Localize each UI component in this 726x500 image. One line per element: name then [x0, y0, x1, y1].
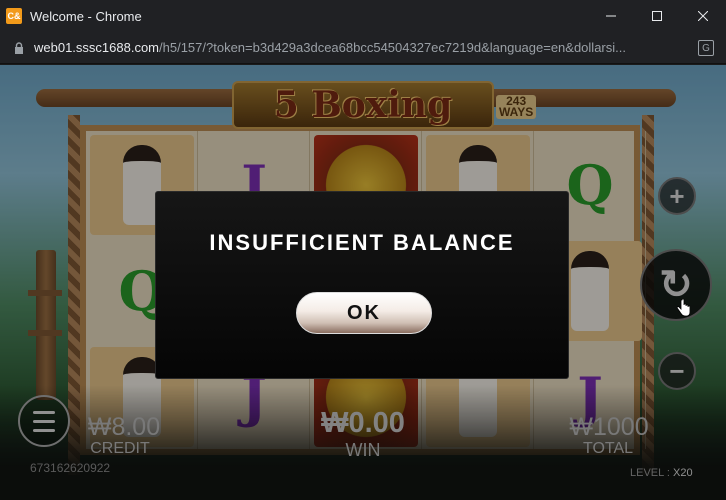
hand-cursor-icon: [676, 299, 690, 317]
url-path: /h5/157/?token=b3d429a3dcea68bcc54504327…: [159, 40, 626, 55]
url-field[interactable]: web01.sssc1688.com/h5/157/?token=b3d429a…: [34, 40, 680, 55]
address-bar: web01.sssc1688.com/h5/157/?token=b3d429a…: [0, 32, 726, 64]
maximize-button[interactable]: [634, 0, 680, 32]
minimize-button[interactable]: [588, 0, 634, 32]
ok-button[interactable]: OK: [296, 292, 432, 334]
minimize-icon: [606, 15, 616, 17]
ok-button-label: OK: [347, 301, 381, 324]
close-icon: [698, 11, 708, 21]
title-bar: C& Welcome - Chrome: [0, 0, 726, 32]
browser-window: C& Welcome - Chrome web01.sssc1688.com/h…: [0, 0, 726, 500]
close-button[interactable]: [680, 0, 726, 32]
window-controls: [588, 0, 726, 32]
app-icon: C&: [6, 8, 22, 24]
url-host: web01.sssc1688.com: [34, 40, 160, 55]
dialog-message: INSUFFICIENT BALANCE: [209, 230, 515, 255]
window-title: Welcome - Chrome: [30, 8, 142, 24]
lock-icon[interactable]: [12, 41, 26, 55]
insufficient-balance-dialog: INSUFFICIENT BALANCE OK: [155, 191, 569, 379]
translate-icon[interactable]: G: [698, 40, 714, 56]
maximize-icon: [652, 11, 662, 21]
